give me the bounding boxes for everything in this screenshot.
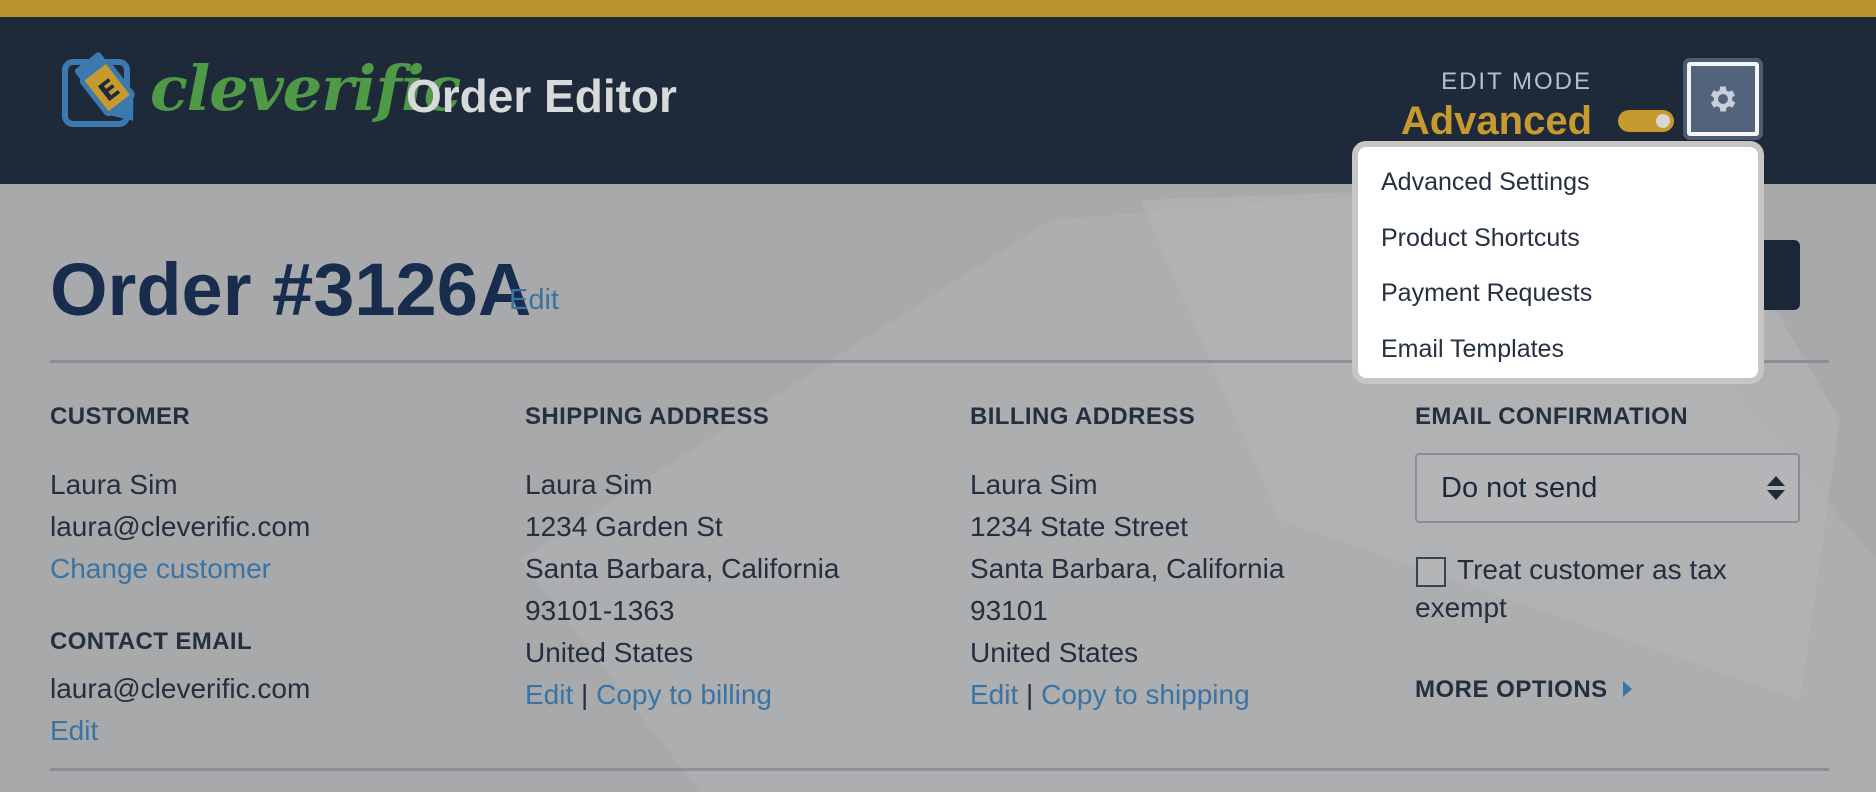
gear-icon — [1710, 86, 1736, 112]
billing-section: BILLING ADDRESS Laura Sim 1234 State Str… — [970, 403, 1284, 716]
contact-email-heading: CONTACT EMAIL — [50, 628, 253, 655]
shipping-line: Santa Barbara, California — [525, 553, 840, 584]
shipping-line: 93101-1363 — [525, 595, 675, 626]
select-arrows-icon — [1767, 476, 1785, 500]
edit-contact-email-link[interactable]: Edit — [50, 710, 310, 752]
shipping-line: 1234 Garden St — [525, 511, 723, 542]
shipping-heading: SHIPPING ADDRESS — [525, 403, 770, 430]
tax-exempt-label: Treat customer as tax exempt — [1415, 554, 1727, 623]
customer-heading: CUSTOMER — [50, 403, 191, 430]
page-title: Order #3126A — [50, 248, 532, 331]
customer-name: Laura Sim — [50, 469, 178, 500]
divider — [50, 768, 1829, 771]
billing-line: 1234 State Street — [970, 511, 1188, 542]
edit-mode-value: Advanced — [1400, 99, 1592, 143]
shipping-section: SHIPPING ADDRESS Laura Sim 1234 Garden S… — [525, 403, 839, 716]
edit-billing-link[interactable]: Edit — [970, 679, 1018, 710]
menu-item-product-shortcuts[interactable]: Product Shortcuts — [1358, 215, 1758, 271]
billing-line: 93101 — [970, 595, 1048, 626]
menu-item-email-templates[interactable]: Email Templates — [1358, 326, 1758, 382]
header-action-button[interactable] — [1762, 240, 1800, 310]
product-name: Order Editor — [406, 70, 677, 122]
copy-to-billing-link[interactable]: Copy to billing — [596, 679, 772, 710]
email-confirmation-select[interactable]: Do not send — [1415, 453, 1800, 523]
caret-right-icon — [1623, 681, 1632, 697]
edit-order-link[interactable]: Edit — [509, 284, 559, 317]
menu-item-advanced-settings[interactable]: Advanced Settings — [1358, 159, 1758, 215]
edit-mode-label: EDIT MODE — [1441, 68, 1592, 95]
separator: | — [581, 679, 589, 710]
billing-line: Laura Sim — [970, 469, 1098, 500]
toggle-knob — [1656, 114, 1670, 128]
separator: | — [1026, 679, 1034, 710]
edit-shipping-link[interactable]: Edit — [525, 679, 573, 710]
billing-line: United States — [970, 637, 1139, 668]
menu-item-payment-requests[interactable]: Payment Requests — [1358, 270, 1758, 326]
contact-email: laura@cleverific.com — [50, 673, 311, 704]
email-confirmation-heading: EMAIL CONFIRMATION — [1415, 403, 1688, 430]
change-customer-link[interactable]: Change customer — [50, 548, 310, 590]
email-confirmation-selected: Do not send — [1441, 472, 1598, 504]
logo-icon: E — [62, 52, 135, 127]
customer-email: laura@cleverific.com — [50, 511, 311, 542]
customer-section: CUSTOMER Laura Sim laura@cleverific.com … — [50, 403, 310, 752]
shipping-line: Laura Sim — [525, 469, 653, 500]
shipping-line: United States — [525, 637, 694, 668]
more-options-toggle[interactable]: MORE OPTIONS — [1415, 676, 1608, 704]
settings-menu: Advanced Settings Product Shortcuts Paym… — [1352, 141, 1764, 384]
edit-mode-toggle[interactable] — [1618, 110, 1674, 132]
top-accent-stripe — [0, 0, 1876, 17]
email-confirmation-section: EMAIL CONFIRMATION — [1415, 403, 1688, 431]
settings-button[interactable] — [1687, 62, 1759, 136]
copy-to-shipping-link[interactable]: Copy to shipping — [1041, 679, 1250, 710]
billing-line: Santa Barbara, California — [970, 553, 1285, 584]
billing-heading: BILLING ADDRESS — [970, 403, 1196, 430]
